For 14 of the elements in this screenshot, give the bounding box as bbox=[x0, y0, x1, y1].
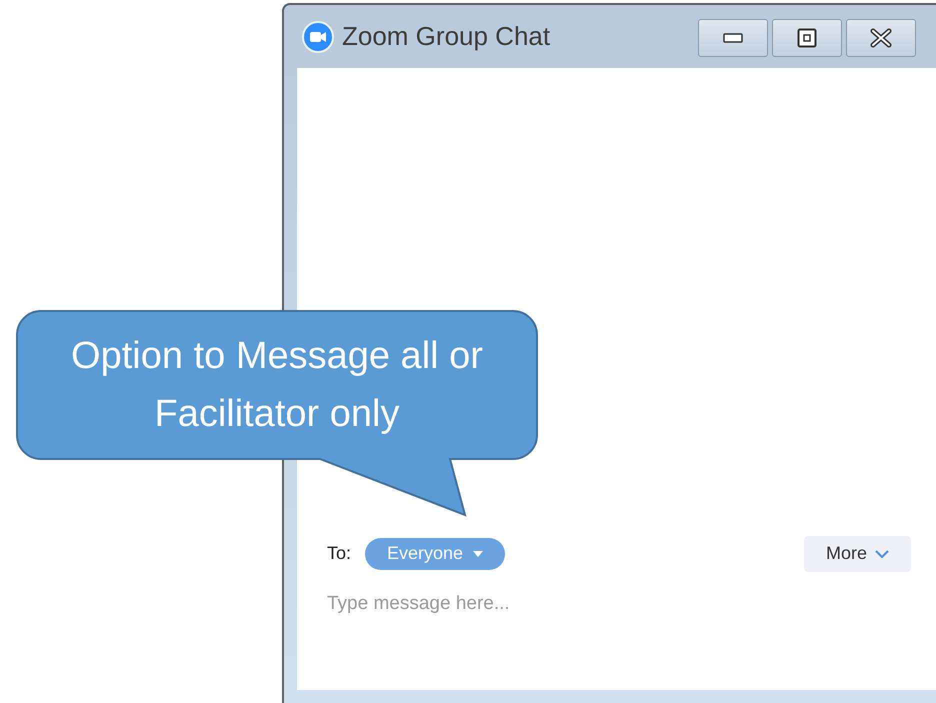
minimize-button[interactable] bbox=[698, 18, 768, 56]
window-title: Zoom Group Chat bbox=[342, 20, 550, 53]
message-input[interactable]: Type message here... bbox=[327, 590, 727, 618]
close-icon bbox=[869, 28, 893, 48]
to-label: To: bbox=[327, 542, 352, 565]
chevron-down-icon bbox=[875, 550, 889, 558]
callout-text: Option to Message all or Facilitator only bbox=[70, 334, 484, 437]
caret-icon bbox=[473, 550, 484, 556]
maximize-icon bbox=[797, 28, 817, 48]
maximize-button[interactable] bbox=[772, 18, 842, 56]
minimize-icon bbox=[723, 32, 743, 42]
close-button[interactable] bbox=[846, 18, 916, 56]
camera-icon bbox=[302, 20, 334, 52]
more-button[interactable]: More bbox=[804, 536, 911, 572]
